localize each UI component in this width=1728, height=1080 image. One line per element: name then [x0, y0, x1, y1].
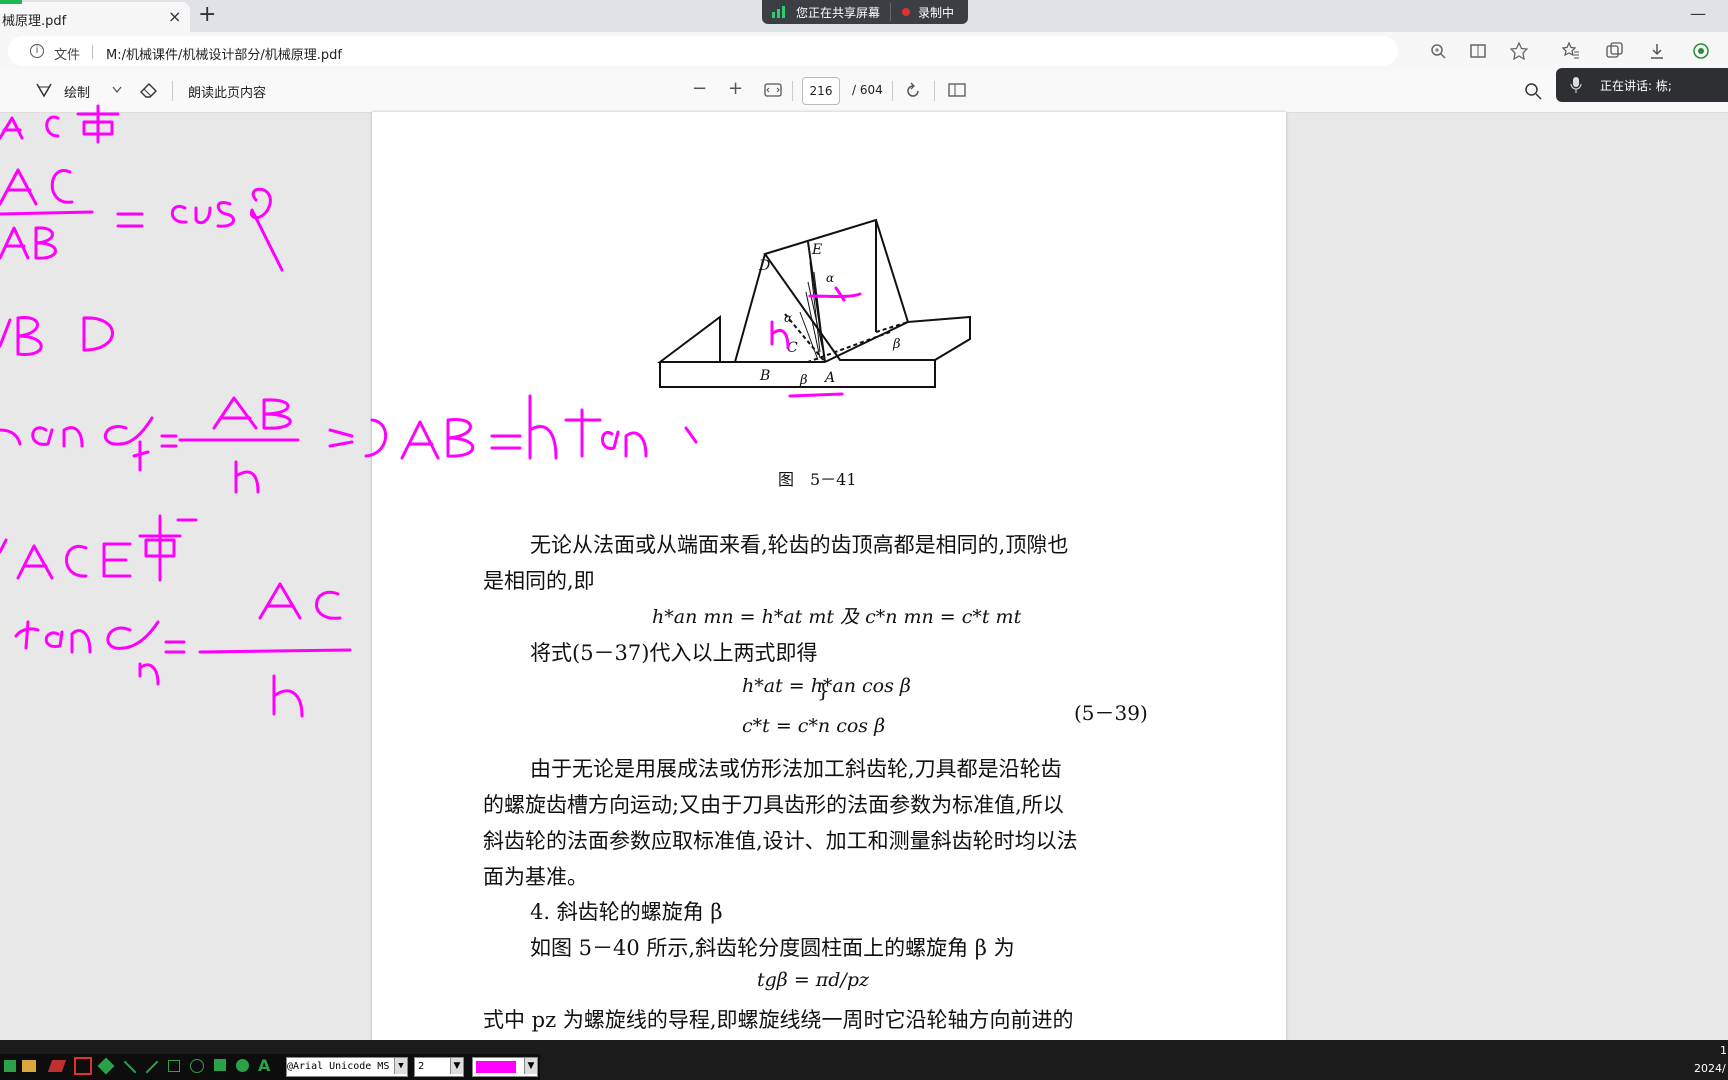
ellipse-tool-icon[interactable]: [190, 1059, 204, 1073]
arrow-tool-icon[interactable]: [145, 1060, 159, 1074]
zoom-icon[interactable]: [1430, 43, 1446, 59]
figure-label-c: C: [787, 340, 798, 356]
text-tool-icon[interactable]: A: [258, 1056, 270, 1075]
paragraph-line: 是相同的,即: [483, 569, 595, 593]
paragraph-line: 斜齿轮的法面参数应取标准值,设计、加工和测量斜齿轮时均以法: [483, 829, 1078, 853]
share-bars-icon: [772, 6, 785, 18]
figure-label-b: B: [759, 368, 770, 384]
chevron-down-icon[interactable]: ▼: [524, 1058, 537, 1074]
color-dropdown[interactable]: ▼: [472, 1057, 538, 1077]
screen-share-banner: 您正在共享屏幕 录制中: [762, 0, 968, 24]
figure-label-e: E: [811, 242, 822, 258]
extension-icon[interactable]: [1692, 42, 1710, 60]
voice-chat-popup: 正在讲话: 栋;: [1556, 68, 1728, 102]
page-total: / 604: [852, 83, 883, 97]
record-dot-icon: [902, 8, 910, 16]
minimize-button[interactable]: —: [1690, 4, 1706, 23]
url-text[interactable]: M:/机械课件/机械设计部分/机械原理.pdf: [106, 44, 342, 63]
filled-ellipse-icon[interactable]: [236, 1059, 249, 1072]
line-tool-icon[interactable]: [123, 1060, 137, 1074]
address-bar: i 文件 M:/机械课件/机械设计部分/机械原理.pdf: [0, 32, 1728, 71]
divider: [892, 81, 893, 101]
pen-color-swatch: [476, 1061, 516, 1073]
paragraph-line: 如图 5－40 所示,斜齿轮分度圆柱面上的螺旋角 β 为: [530, 936, 1015, 960]
eraser-icon[interactable]: [140, 82, 158, 98]
url-field[interactable]: i 文件 M:/机械课件/机械设计部分/机械原理.pdf: [8, 36, 1398, 66]
divider: [92, 45, 93, 59]
chevron-down-icon[interactable]: [112, 86, 122, 94]
draw-button[interactable]: 绘制: [64, 82, 90, 101]
page-view-icon[interactable]: [948, 83, 966, 97]
zoom-out-button[interactable]: −: [692, 78, 707, 99]
divider: [792, 81, 793, 101]
figure-label-d: D: [758, 258, 770, 274]
formula-brace: }: [817, 678, 830, 702]
pdf-toolbar: 绘制 朗读此页内容 − + 216 / 604: [0, 70, 1728, 113]
rectangle-tool-icon[interactable]: [168, 1060, 180, 1072]
section-heading: 4. 斜齿轮的螺旋角 β: [530, 900, 723, 924]
downloads-icon[interactable]: [1648, 42, 1666, 60]
favorites-list-icon[interactable]: [1562, 42, 1580, 60]
tab-title: 械原理.pdf: [2, 14, 67, 29]
font-name: @Arial Unicode MS: [287, 1061, 390, 1072]
sharing-status: 您正在共享屏幕: [796, 6, 881, 20]
favorite-star-icon[interactable]: [1510, 42, 1528, 60]
info-icon[interactable]: i: [30, 44, 44, 58]
formula: c*t = c*n cos β: [742, 715, 886, 737]
chevron-down-icon[interactable]: ▼: [450, 1058, 463, 1074]
pdf-page: D E α α C B β A β 图 5－41 无论从法面或从端面来看,轮齿的…: [372, 112, 1286, 1042]
page-number-input[interactable]: 216: [802, 77, 840, 105]
recording-status[interactable]: 录制中: [918, 4, 954, 21]
formula: h*an mn = h*at mt 及 c*n mn = c*t mt: [652, 606, 1022, 628]
open-folder-icon[interactable]: [22, 1060, 36, 1072]
clock-time: 1: [1720, 1044, 1727, 1057]
speaking-status: 正在讲话: 栋;: [1600, 79, 1672, 93]
zoom-in-button[interactable]: +: [728, 78, 743, 99]
font-dropdown[interactable]: @Arial Unicode MS ▼: [286, 1057, 408, 1077]
collections-icon[interactable]: [1606, 42, 1624, 60]
search-icon[interactable]: [1524, 82, 1542, 100]
new-tab-button[interactable]: +: [198, 2, 216, 27]
reading-view-icon[interactable]: [1470, 43, 1486, 59]
clock-date: 2024/: [1694, 1062, 1726, 1075]
paragraph-line: 式中 pz 为螺旋线的导程,即螺旋线绕一周时它沿轮轴方向前进的: [483, 1008, 1074, 1032]
save-icon[interactable]: [4, 1060, 16, 1072]
paragraph-line: 的螺旋齿槽方向运动;又由于刀具齿形的法面参数为标准值,所以: [483, 793, 1064, 817]
microphone-icon: [1570, 77, 1582, 93]
file-scheme-label: 文件: [54, 48, 81, 63]
browser-tab[interactable]: 械原理.pdf ×: [0, 2, 190, 32]
figure-label-beta: β: [892, 337, 901, 352]
fit-width-icon[interactable]: [764, 83, 782, 97]
equation-number: (5－39): [1074, 701, 1148, 725]
divider: [890, 3, 891, 21]
tab-strip: 械原理.pdf × + 您正在共享屏幕 录制中 —: [0, 0, 1728, 32]
tab-indicator: [0, 0, 22, 4]
paragraph-line: 面为基准。: [483, 865, 588, 889]
size-dropdown[interactable]: 2 ▼: [414, 1057, 464, 1077]
annotation-toolbar: A @Arial Unicode MS ▼ 2 ▼ ▼: [0, 1054, 540, 1080]
chevron-down-icon[interactable]: ▼: [394, 1058, 407, 1074]
filled-rectangle-icon[interactable]: [214, 1059, 226, 1071]
paragraph-line: 由于无论是用展成法或仿形法加工斜齿轮,刀具都是沿轮齿: [530, 757, 1062, 781]
figure-caption: 图 5－41: [778, 470, 857, 489]
divider: [172, 81, 173, 101]
divider: [934, 81, 935, 101]
rotate-icon[interactable]: [904, 82, 922, 100]
pen-tool-icon[interactable]: [74, 1057, 92, 1075]
figure-label-alpha-t: α: [784, 311, 792, 325]
draw-icon[interactable]: [36, 82, 52, 98]
read-aloud-button[interactable]: 朗读此页内容: [188, 82, 266, 101]
size-value: 2: [418, 1061, 425, 1072]
fill-tool-icon[interactable]: [97, 1057, 115, 1075]
paragraph-line: 无论从法面或从端面来看,轮齿的齿顶高都是相同的,顶隙也: [530, 533, 1069, 557]
figure-label-beta: β: [799, 373, 808, 388]
formula: tgβ = πd/pz: [757, 969, 870, 991]
figure-label-alpha-n: α: [826, 271, 834, 285]
figure-label-a: A: [823, 370, 835, 386]
tab-close-button[interactable]: ×: [168, 7, 181, 26]
paragraph-line: 将式(5－37)代入以上两式即得: [530, 641, 818, 665]
eraser-tool-icon[interactable]: [47, 1060, 67, 1072]
